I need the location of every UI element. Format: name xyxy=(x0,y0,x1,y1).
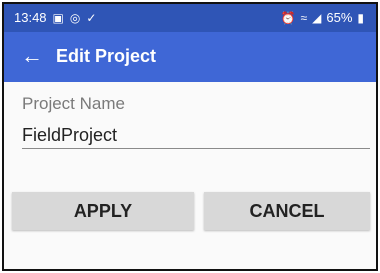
signal-icon: ◢ xyxy=(312,10,322,25)
app-bar: ← Edit Project xyxy=(4,32,376,82)
status-bar: 13:48 ▣ ◎ ✓ ⏰ ≈ ◢ 65% ▮ xyxy=(4,4,376,32)
status-right-group: ⏰ ≈ ◢ 65% ▮ xyxy=(281,10,364,25)
battery-percent: 65% xyxy=(326,10,353,25)
edit-project-form: Project Name APPLY CANCEL xyxy=(4,82,376,269)
arrow-left-icon: ← xyxy=(21,43,43,68)
project-name-label: Project Name xyxy=(22,94,125,113)
project-name-input[interactable] xyxy=(22,122,370,149)
image-icon: ▣ xyxy=(52,10,64,25)
phone-screen: 13:48 ▣ ◎ ✓ ⏰ ≈ ◢ 65% ▮ ← Edit Project P… xyxy=(2,2,378,271)
status-time: 13:48 xyxy=(14,10,47,25)
page-title: Edit Project xyxy=(56,46,157,66)
check-circle-icon: ✓ xyxy=(86,10,97,25)
wifi-icon: ≈ xyxy=(300,10,308,25)
camera-icon: ◎ xyxy=(69,10,81,25)
apply-button[interactable]: APPLY xyxy=(12,192,194,230)
back-button[interactable]: ← xyxy=(18,42,46,70)
alarm-icon: ⏰ xyxy=(280,10,296,25)
battery-icon: ▮ xyxy=(357,10,364,25)
status-left-group: 13:48 ▣ ◎ ✓ xyxy=(14,10,96,25)
cancel-button[interactable]: CANCEL xyxy=(204,192,370,230)
